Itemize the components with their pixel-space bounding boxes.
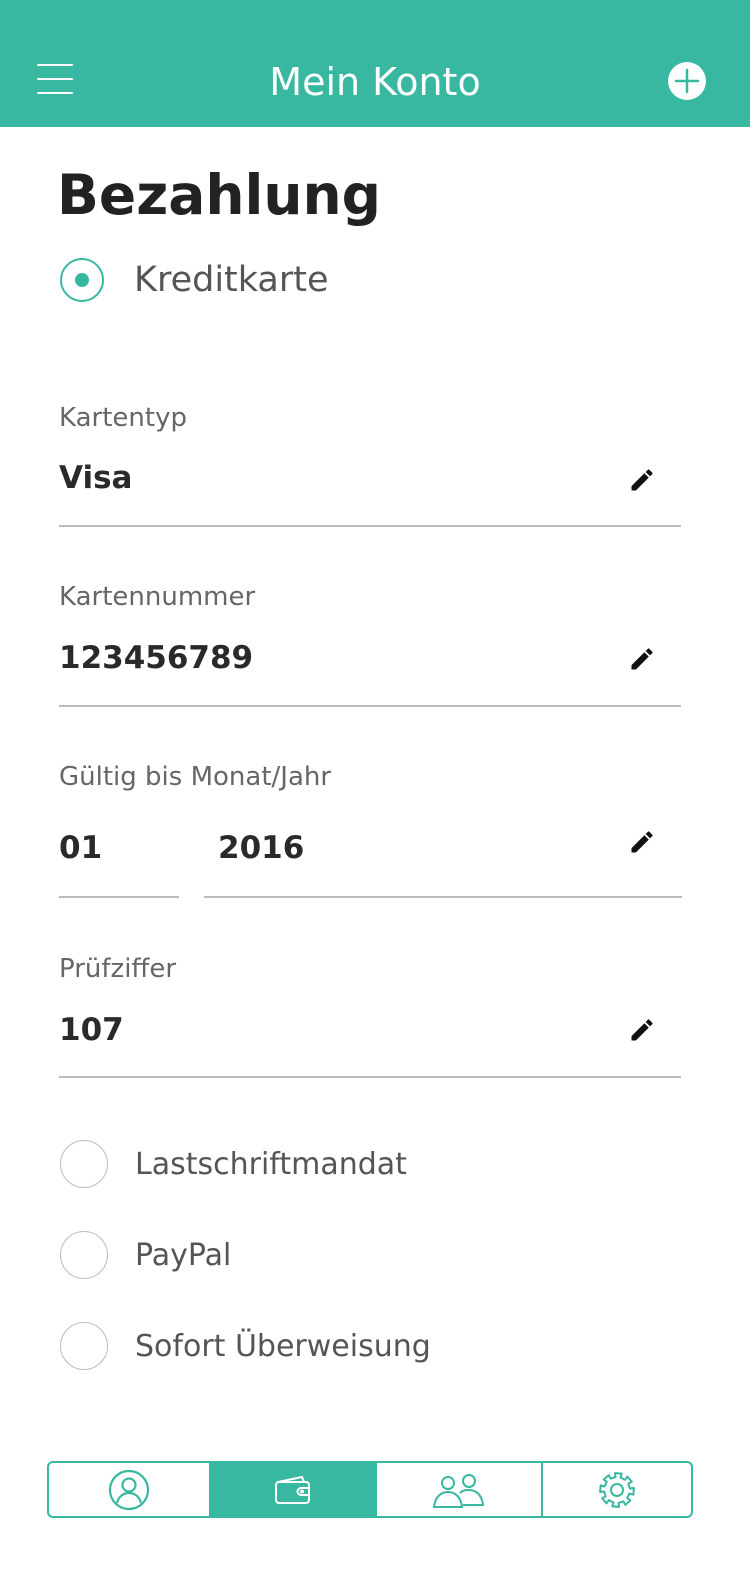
field-underline (59, 525, 681, 527)
card-type-value[interactable]: Visa (59, 460, 132, 496)
wallet-icon (274, 1475, 312, 1505)
card-type-label: Kartentyp (59, 403, 187, 433)
pencil-icon[interactable] (628, 1016, 656, 1044)
plus-circle-icon[interactable] (667, 61, 707, 101)
pencil-icon[interactable] (628, 466, 656, 494)
field-underline-year (204, 896, 682, 898)
gear-icon (597, 1470, 637, 1510)
card-number-value[interactable]: 123456789 (59, 640, 253, 676)
expiry-month-value[interactable]: 01 (59, 830, 102, 866)
field-underline-month (59, 896, 179, 898)
field-underline (59, 1076, 681, 1078)
users-icon (430, 1470, 488, 1510)
pencil-icon[interactable] (628, 828, 656, 856)
field-underline (59, 705, 681, 707)
payment-option-kreditkarte[interactable]: Kreditkarte (60, 254, 329, 306)
card-number-label: Kartennummer (59, 582, 256, 612)
tab-settings[interactable] (543, 1463, 691, 1516)
payment-option-label: Lastschriftmandat (135, 1146, 407, 1182)
payment-option-label: PayPal (135, 1237, 232, 1273)
payment-option-lastschriftmandat[interactable]: Lastschriftmandat (60, 1138, 407, 1190)
payment-option-label: Sofort Überweisung (135, 1328, 431, 1364)
radio-unselected-icon[interactable] (60, 1140, 108, 1188)
user-icon (108, 1469, 150, 1511)
pencil-icon[interactable] (628, 645, 656, 673)
radio-unselected-icon[interactable] (60, 1231, 108, 1279)
expiry-label: Gültig bis Monat/Jahr (59, 762, 332, 792)
radio-unselected-icon[interactable] (60, 1322, 108, 1370)
page-title: Bezahlung (57, 163, 382, 227)
app-title: Mein Konto (269, 60, 481, 104)
bottom-tab-bar (47, 1461, 693, 1518)
app-header: Mein Konto (0, 0, 750, 127)
radio-selected-icon[interactable] (60, 258, 104, 302)
check-digit-label: Prüfziffer (59, 954, 177, 984)
payment-option-label: Kreditkarte (134, 260, 329, 300)
tab-group[interactable] (377, 1463, 543, 1516)
check-digit-value[interactable]: 107 (59, 1012, 124, 1048)
tab-payment[interactable] (211, 1463, 377, 1516)
expiry-year-value[interactable]: 2016 (218, 830, 304, 866)
payment-option-paypal[interactable]: PayPal (60, 1229, 231, 1281)
payment-option-sofort-ueberweisung[interactable]: Sofort Überweisung (60, 1320, 431, 1372)
tab-profile[interactable] (49, 1463, 211, 1516)
